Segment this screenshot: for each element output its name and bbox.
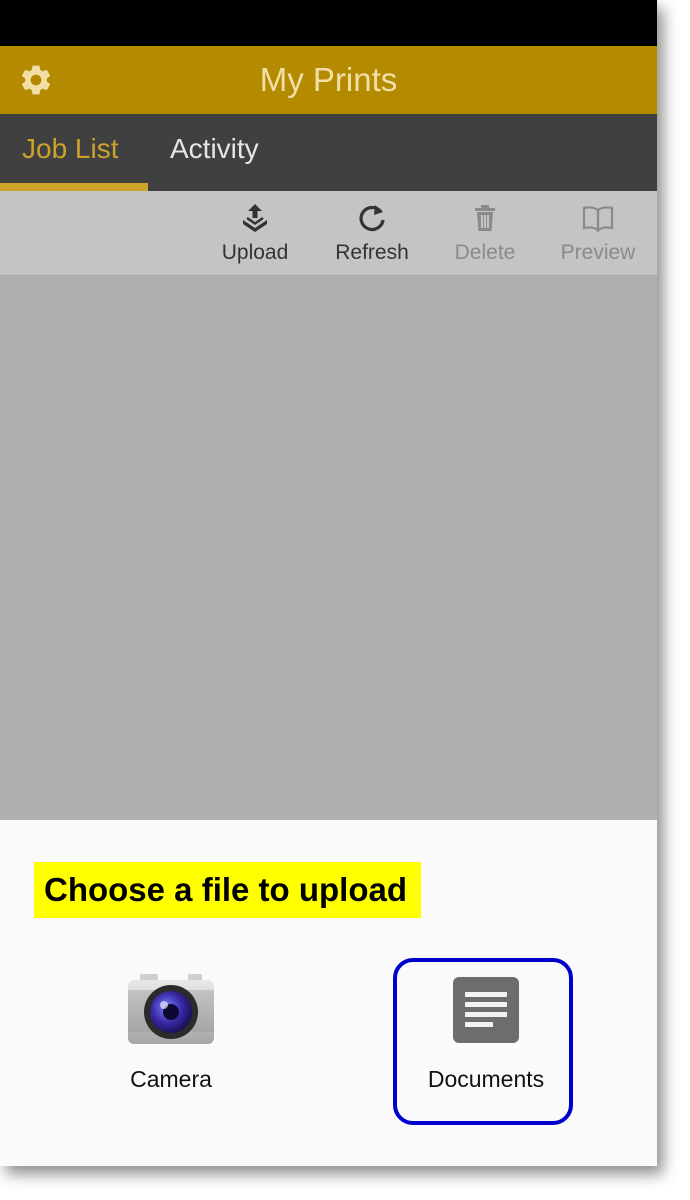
job-list-area bbox=[0, 276, 657, 820]
app-header: My Prints bbox=[0, 46, 657, 114]
tab-activity[interactable]: Activity bbox=[170, 114, 259, 191]
upload-button[interactable]: Upload bbox=[200, 201, 310, 269]
phone-screen: My Prints Job List Activity Upload Refre… bbox=[0, 0, 657, 1166]
active-tab-indicator bbox=[0, 183, 148, 191]
upload-icon bbox=[243, 204, 267, 232]
tab-job-list[interactable]: Job List bbox=[22, 114, 119, 191]
delete-label: Delete bbox=[454, 241, 516, 264]
sheet-title: Choose a file to upload bbox=[34, 862, 422, 918]
page-title: My Prints bbox=[259, 61, 398, 98]
preview-label: Preview bbox=[560, 241, 636, 264]
upload-label: Upload bbox=[221, 241, 289, 264]
refresh-icon bbox=[359, 205, 385, 232]
camera-icon bbox=[128, 974, 214, 1044]
status-bar bbox=[0, 0, 657, 46]
delete-button[interactable]: Delete bbox=[430, 201, 540, 269]
camera-label: Camera bbox=[130, 1066, 212, 1092]
toolbar: Upload Refresh Delete Preview bbox=[0, 191, 657, 276]
refresh-label: Refresh bbox=[335, 241, 409, 264]
book-icon bbox=[582, 206, 614, 233]
preview-button[interactable]: Preview bbox=[543, 201, 653, 269]
refresh-button[interactable]: Refresh bbox=[317, 201, 427, 269]
camera-option[interactable]: Camera bbox=[81, 970, 261, 1093]
documents-highlight-box bbox=[393, 958, 573, 1125]
tab-bar: Job List Activity bbox=[0, 114, 657, 191]
trash-icon bbox=[475, 205, 495, 231]
